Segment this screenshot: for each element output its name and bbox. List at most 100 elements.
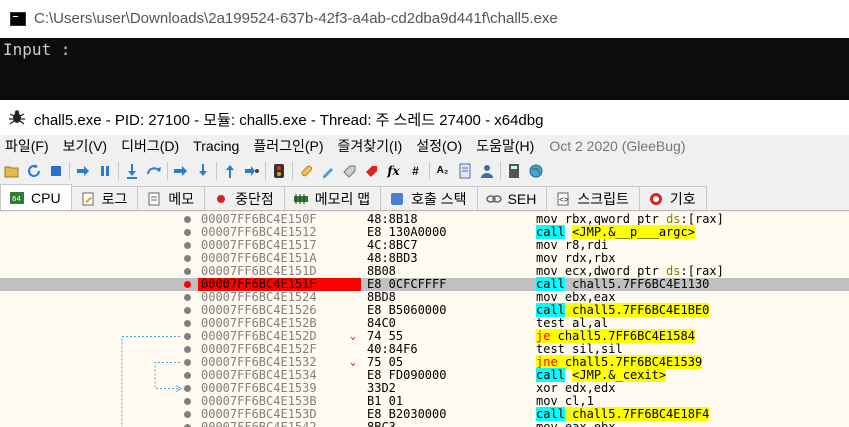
strings-icon[interactable]: A₂ (434, 163, 451, 180)
instruction-token: call (536, 368, 565, 382)
step-into-icon[interactable] (123, 163, 140, 180)
memory-chip-icon (293, 192, 309, 206)
hash-icon[interactable]: # (407, 163, 424, 180)
menu-tracing[interactable]: Tracing (188, 138, 244, 154)
tab-breakpoints-label: 중단점 (235, 190, 274, 207)
tab-notes[interactable]: 메모 (137, 186, 206, 210)
trace-into-icon[interactable] (172, 163, 189, 180)
disasm-address: 00007FF6BC4E1542 (201, 420, 317, 427)
run-icon[interactable] (74, 163, 91, 180)
tab-seh[interactable]: SEH (476, 186, 548, 210)
menu-file[interactable]: 파일(F) (0, 136, 54, 156)
patch-icon[interactable] (297, 163, 314, 180)
function-icon[interactable]: fx (385, 163, 402, 180)
console-app-icon (10, 12, 26, 26)
run-to-user-code-icon[interactable] (243, 163, 260, 180)
disasm-row[interactable]: 00007FF6BC4E1539 33D2 xor edx,edx (0, 382, 849, 395)
breakpoint-marker[interactable] (184, 294, 191, 301)
instruction-token: test al,al (536, 316, 609, 330)
user-icon[interactable] (478, 163, 495, 180)
instruction-token: je (536, 329, 551, 343)
disasm-row[interactable]: 00007FF6BC4E1526 E8 B5060000 call chall5.7… (0, 303, 849, 317)
tab-symbols-label: 기호 (669, 190, 696, 207)
execute-till-return-icon[interactable] (221, 163, 238, 180)
toolbar-separator (429, 162, 430, 180)
tab-script[interactable]: <> 스크립트 (546, 186, 640, 210)
menu-plugins[interactable]: 플러그인(P) (248, 136, 328, 156)
step-over-icon[interactable] (145, 163, 162, 180)
breakpoint-marker[interactable] (184, 307, 191, 314)
disasm-row[interactable]: 00007FF6BC4E152D ⌄ 74 55 je chall5.7FF6BC4E… (0, 329, 849, 343)
breakpoint-marker[interactable] (184, 229, 191, 236)
disasm-row[interactable]: 00007FF6BC4E153D E8 B2030000 call chall5.7… (0, 407, 849, 421)
breakpoint-marker[interactable] (184, 320, 191, 327)
breakpoint-dot-icon (213, 192, 229, 206)
open-icon[interactable] (3, 163, 20, 180)
bug-icon (9, 110, 25, 125)
disasm-row[interactable]: 00007FF6BC4E1517 4C:8BC7 mov r8,rdi (0, 239, 849, 252)
tab-memory-map-label: 메모리 맵 (314, 190, 371, 207)
tab-memory-map[interactable]: 메모리 맵 (283, 186, 382, 210)
tab-breakpoints[interactable]: 중단점 (204, 186, 285, 210)
instruction-token: rbx,qword ptr (564, 212, 667, 226)
pause-icon[interactable] (96, 163, 113, 180)
disasm-row[interactable]: 00007FF6BC4E1534 E8 FD090000 call <JMP.&_c… (0, 368, 849, 382)
menu-favourites[interactable]: 즐겨찾기(I) (333, 136, 408, 156)
toolbar-separator (292, 162, 293, 180)
instruction-token: chall5.7FF6BC4E1BE0 (564, 303, 710, 317)
cpu-icon: 64 (9, 191, 25, 205)
instruction-token: call (536, 225, 565, 239)
breakpoint-marker[interactable] (184, 359, 191, 366)
instruction-token: mov ecx,dword ptr (536, 264, 667, 278)
toolbar-separator (500, 162, 501, 180)
breakpoint-marker[interactable] (184, 372, 191, 379)
breakpoint-marker[interactable] (184, 346, 191, 353)
breakpoint-marker[interactable] (184, 242, 191, 249)
disasm-row[interactable]: 00007FF6BC4E1512 E8 130A0000 call <JMP.&__… (0, 225, 849, 239)
console-titlebar[interactable]: C:\Users\user\Downloads\2a199524-637b-42… (0, 0, 849, 38)
instruction-token: call (536, 303, 565, 317)
notes-icon[interactable] (456, 163, 473, 180)
tab-cpu[interactable]: 64 CPU (0, 184, 72, 210)
tab-symbols[interactable]: 기호 (638, 186, 707, 210)
disasm-row[interactable]: 00007FF6BC4E152B 84C0 test al,al (0, 317, 849, 330)
tab-call-stack[interactable]: 호출 스택 (380, 186, 478, 210)
stop-icon[interactable] (47, 163, 64, 180)
tab-cpu-label: CPU (31, 189, 61, 206)
instruction-token: mov eax,ebx (536, 420, 616, 427)
breakpoint-marker[interactable] (184, 385, 191, 392)
comment-icon[interactable] (319, 163, 336, 180)
disassembly-view[interactable]: 00007FF6BC4E150F 48:8B18 mov rbx,qword ptr… (0, 212, 849, 427)
breakpoint-marker[interactable] (184, 411, 191, 418)
restart-icon[interactable] (25, 163, 42, 180)
scylla-icon[interactable] (270, 163, 287, 180)
tab-log[interactable]: 로그 (70, 186, 139, 210)
breakpoint-marker[interactable] (184, 333, 191, 340)
globe-icon[interactable] (527, 163, 544, 180)
breakpoint-marker[interactable] (184, 281, 191, 288)
menu-options[interactable]: 설정(O) (411, 136, 467, 156)
instruction-token: mov rdx,rbx (536, 251, 616, 265)
bookmark-icon[interactable] (363, 163, 380, 180)
breakpoint-marker[interactable] (184, 255, 191, 262)
disasm-bytes: 8BC3 (367, 420, 396, 427)
debugger-titlebar[interactable]: chall5.exe - PID: 27100 - 모듈: chall5.exe… (0, 100, 849, 135)
disasm-row[interactable]: 00007FF6BC4E152F 40:84F6 test sil,sil (0, 343, 849, 356)
calculator-icon[interactable] (505, 163, 522, 180)
menu-view[interactable]: 보기(V) (58, 136, 112, 156)
breakpoint-marker[interactable] (184, 398, 191, 405)
label-icon[interactable] (341, 163, 358, 180)
tab-script-label: 스크립트 (577, 190, 629, 207)
menu-bar: 파일(F) 보기(V) 디버그(D) Tracing 플러그인(P) 즐겨찾기(… (0, 135, 849, 157)
breakpoint-marker[interactable] (184, 216, 191, 223)
disasm-row[interactable]: 00007FF6BC4E151F E8 0CFCFFFF call chall5.7… (0, 277, 849, 291)
menu-debug[interactable]: 디버그(D) (116, 136, 184, 156)
disasm-row[interactable]: 00007FF6BC4E1542 8BC3 mov eax,ebx (0, 421, 849, 427)
toolbar-separator (167, 162, 168, 180)
menu-help[interactable]: 도움말(H) (471, 136, 539, 156)
trace-over-icon[interactable] (194, 163, 211, 180)
breakpoint-marker[interactable] (184, 268, 191, 275)
toolbar-separator (265, 162, 266, 180)
tab-call-stack-label: 호출 스택 (411, 190, 467, 207)
console-output-area[interactable]: Input : (0, 38, 849, 100)
